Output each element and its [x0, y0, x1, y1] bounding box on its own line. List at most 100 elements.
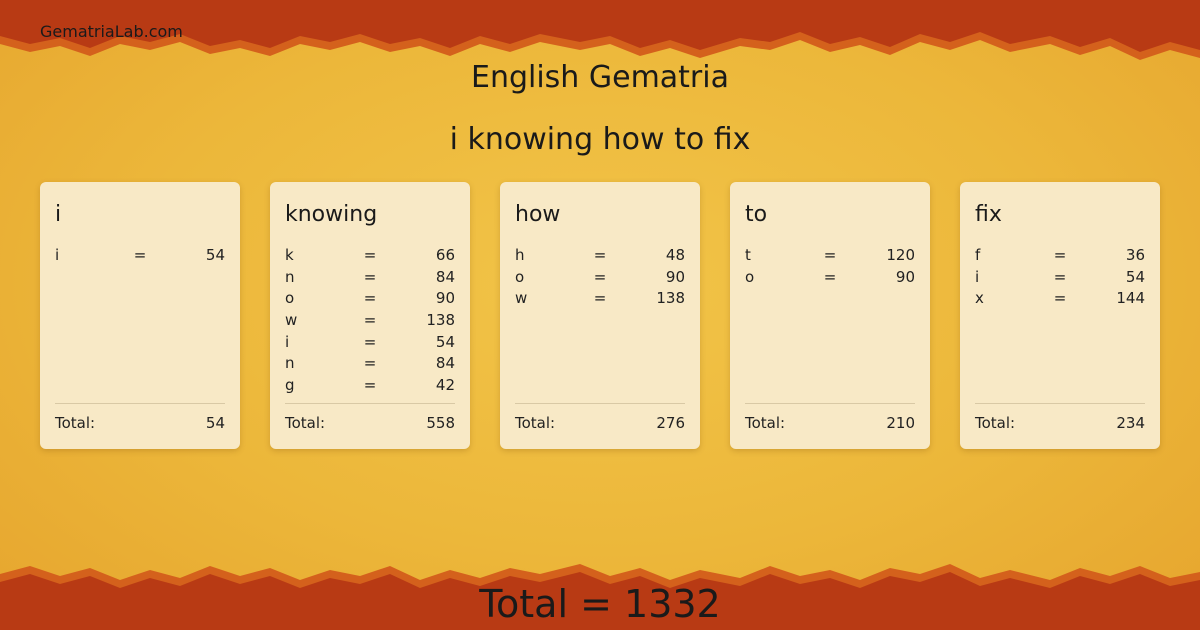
- letter-row: i = 54: [55, 244, 225, 266]
- letter: i: [975, 267, 980, 286]
- letter: g: [285, 375, 295, 394]
- letter-row: o = 90: [285, 287, 455, 309]
- equals-sign: =: [823, 245, 837, 264]
- letter-value: 90: [665, 267, 685, 286]
- equals-sign: =: [593, 245, 607, 264]
- letter-list: f = 36 i = 54 x = 144: [975, 244, 1145, 309]
- total-label: Total:: [285, 414, 326, 432]
- letter-row: n = 84: [285, 266, 455, 288]
- letter: o: [285, 289, 295, 308]
- equals-sign: =: [363, 267, 377, 286]
- letter: n: [285, 354, 295, 373]
- equals-sign: =: [1053, 267, 1067, 286]
- site-name[interactable]: GematriaLab.com: [40, 22, 183, 41]
- total-value: 54: [205, 414, 225, 432]
- divider: [55, 403, 225, 404]
- letter-value: 138: [426, 310, 455, 329]
- letter-list: h = 48 o = 90 w = 138: [515, 244, 685, 309]
- divider: [745, 403, 915, 404]
- total-value: 234: [1116, 414, 1145, 432]
- letter-value: 90: [895, 267, 915, 286]
- word-total-row: Total: 54: [55, 414, 225, 432]
- letter-value: 48: [665, 245, 685, 264]
- letter: h: [515, 245, 525, 264]
- letter: w: [515, 289, 528, 308]
- letter: o: [745, 267, 755, 286]
- word-card: i i = 54 Total: 54: [40, 182, 240, 449]
- letter-value: 54: [1125, 267, 1145, 286]
- letter: n: [285, 267, 295, 286]
- letter-row: n = 84: [285, 352, 455, 374]
- letter-value: 144: [1116, 289, 1145, 308]
- word-total-row: Total: 276: [515, 414, 685, 432]
- total-value: 558: [426, 414, 455, 432]
- total-label: Total:: [975, 414, 1016, 432]
- divider: [975, 403, 1145, 404]
- equals-sign: =: [363, 332, 377, 351]
- letter-list: k = 66 n = 84 o = 90 w = 138 i = 54 n = 84 g = 42: [285, 244, 455, 396]
- equals-sign: =: [593, 289, 607, 308]
- word-card: to t = 120 o = 90 Total: 210: [730, 182, 930, 449]
- letter: i: [285, 332, 290, 351]
- letter: x: [975, 289, 984, 308]
- letter-row: t = 120: [745, 244, 915, 266]
- total-label: Total:: [745, 414, 786, 432]
- letter-value: 138: [656, 289, 685, 308]
- card-word: i: [55, 202, 62, 227]
- equals-sign: =: [1053, 289, 1067, 308]
- word-cards: i i = 54 Total: 54 knowing k = 66 n = 84 o = 90 w = 138 i = 5…: [40, 182, 1160, 449]
- total-value: 276: [656, 414, 685, 432]
- letter-row: f = 36: [975, 244, 1145, 266]
- equals-sign: =: [823, 267, 837, 286]
- divider: [285, 403, 455, 404]
- letter-value: 90: [435, 289, 455, 308]
- grand-total: Total = 1332: [479, 582, 721, 626]
- total-label: Total:: [515, 414, 556, 432]
- page-title: English Gematria: [471, 60, 729, 95]
- divider: [515, 403, 685, 404]
- letter-list: t = 120 o = 90: [745, 244, 915, 287]
- equals-sign: =: [363, 310, 377, 329]
- letter-value: 120: [886, 245, 915, 264]
- letter-row: i = 54: [975, 266, 1145, 288]
- letter-value: 54: [205, 245, 225, 264]
- letter: w: [285, 310, 298, 329]
- equals-sign: =: [363, 375, 377, 394]
- letter-value: 84: [435, 267, 455, 286]
- equals-sign: =: [363, 354, 377, 373]
- letter: o: [515, 267, 525, 286]
- letter-list: i = 54: [55, 244, 225, 266]
- letter-row: w = 138: [515, 287, 685, 309]
- card-word: how: [515, 202, 561, 227]
- letter: t: [745, 245, 751, 264]
- equals-sign: =: [363, 245, 377, 264]
- letter-row: g = 42: [285, 374, 455, 396]
- card-word: fix: [975, 202, 1002, 227]
- total-value: 210: [886, 414, 915, 432]
- letter-row: o = 90: [745, 266, 915, 288]
- word-total-row: Total: 210: [745, 414, 915, 432]
- letter-row: o = 90: [515, 266, 685, 288]
- letter-row: w = 138: [285, 309, 455, 331]
- letter-value: 54: [435, 332, 455, 351]
- equals-sign: =: [1053, 245, 1067, 264]
- card-word: to: [745, 202, 768, 227]
- letter: f: [975, 245, 981, 264]
- letter-value: 42: [435, 375, 455, 394]
- equals-sign: =: [593, 267, 607, 286]
- word-card: how h = 48 o = 90 w = 138 Total: 276: [500, 182, 700, 449]
- card-word: knowing: [285, 202, 378, 227]
- phrase-heading: i knowing how to fix: [449, 122, 751, 157]
- letter-row: k = 66: [285, 244, 455, 266]
- equals-sign: =: [133, 245, 147, 264]
- letter-value: 66: [435, 245, 455, 264]
- word-total-row: Total: 234: [975, 414, 1145, 432]
- word-card: fix f = 36 i = 54 x = 144 Total: 234: [960, 182, 1160, 449]
- equals-sign: =: [363, 289, 377, 308]
- letter-row: i = 54: [285, 331, 455, 353]
- word-card: knowing k = 66 n = 84 o = 90 w = 138 i = 54 n = 84 g = 42 Tota…: [270, 182, 470, 449]
- letter: k: [285, 245, 294, 264]
- word-total-row: Total: 558: [285, 414, 455, 432]
- letter: i: [55, 245, 60, 264]
- letter-value: 84: [435, 354, 455, 373]
